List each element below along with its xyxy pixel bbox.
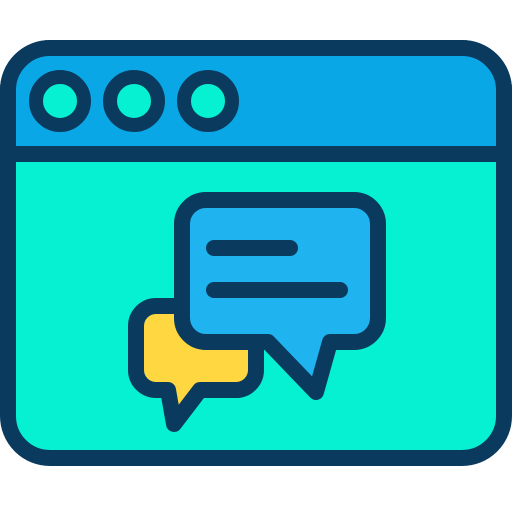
window-dot-3 (177, 70, 239, 132)
browser-chat-graphic (0, 40, 512, 466)
window-dot-1 (29, 70, 91, 132)
browser-chat-icon (0, 0, 512, 512)
window-dot-2 (103, 70, 165, 132)
